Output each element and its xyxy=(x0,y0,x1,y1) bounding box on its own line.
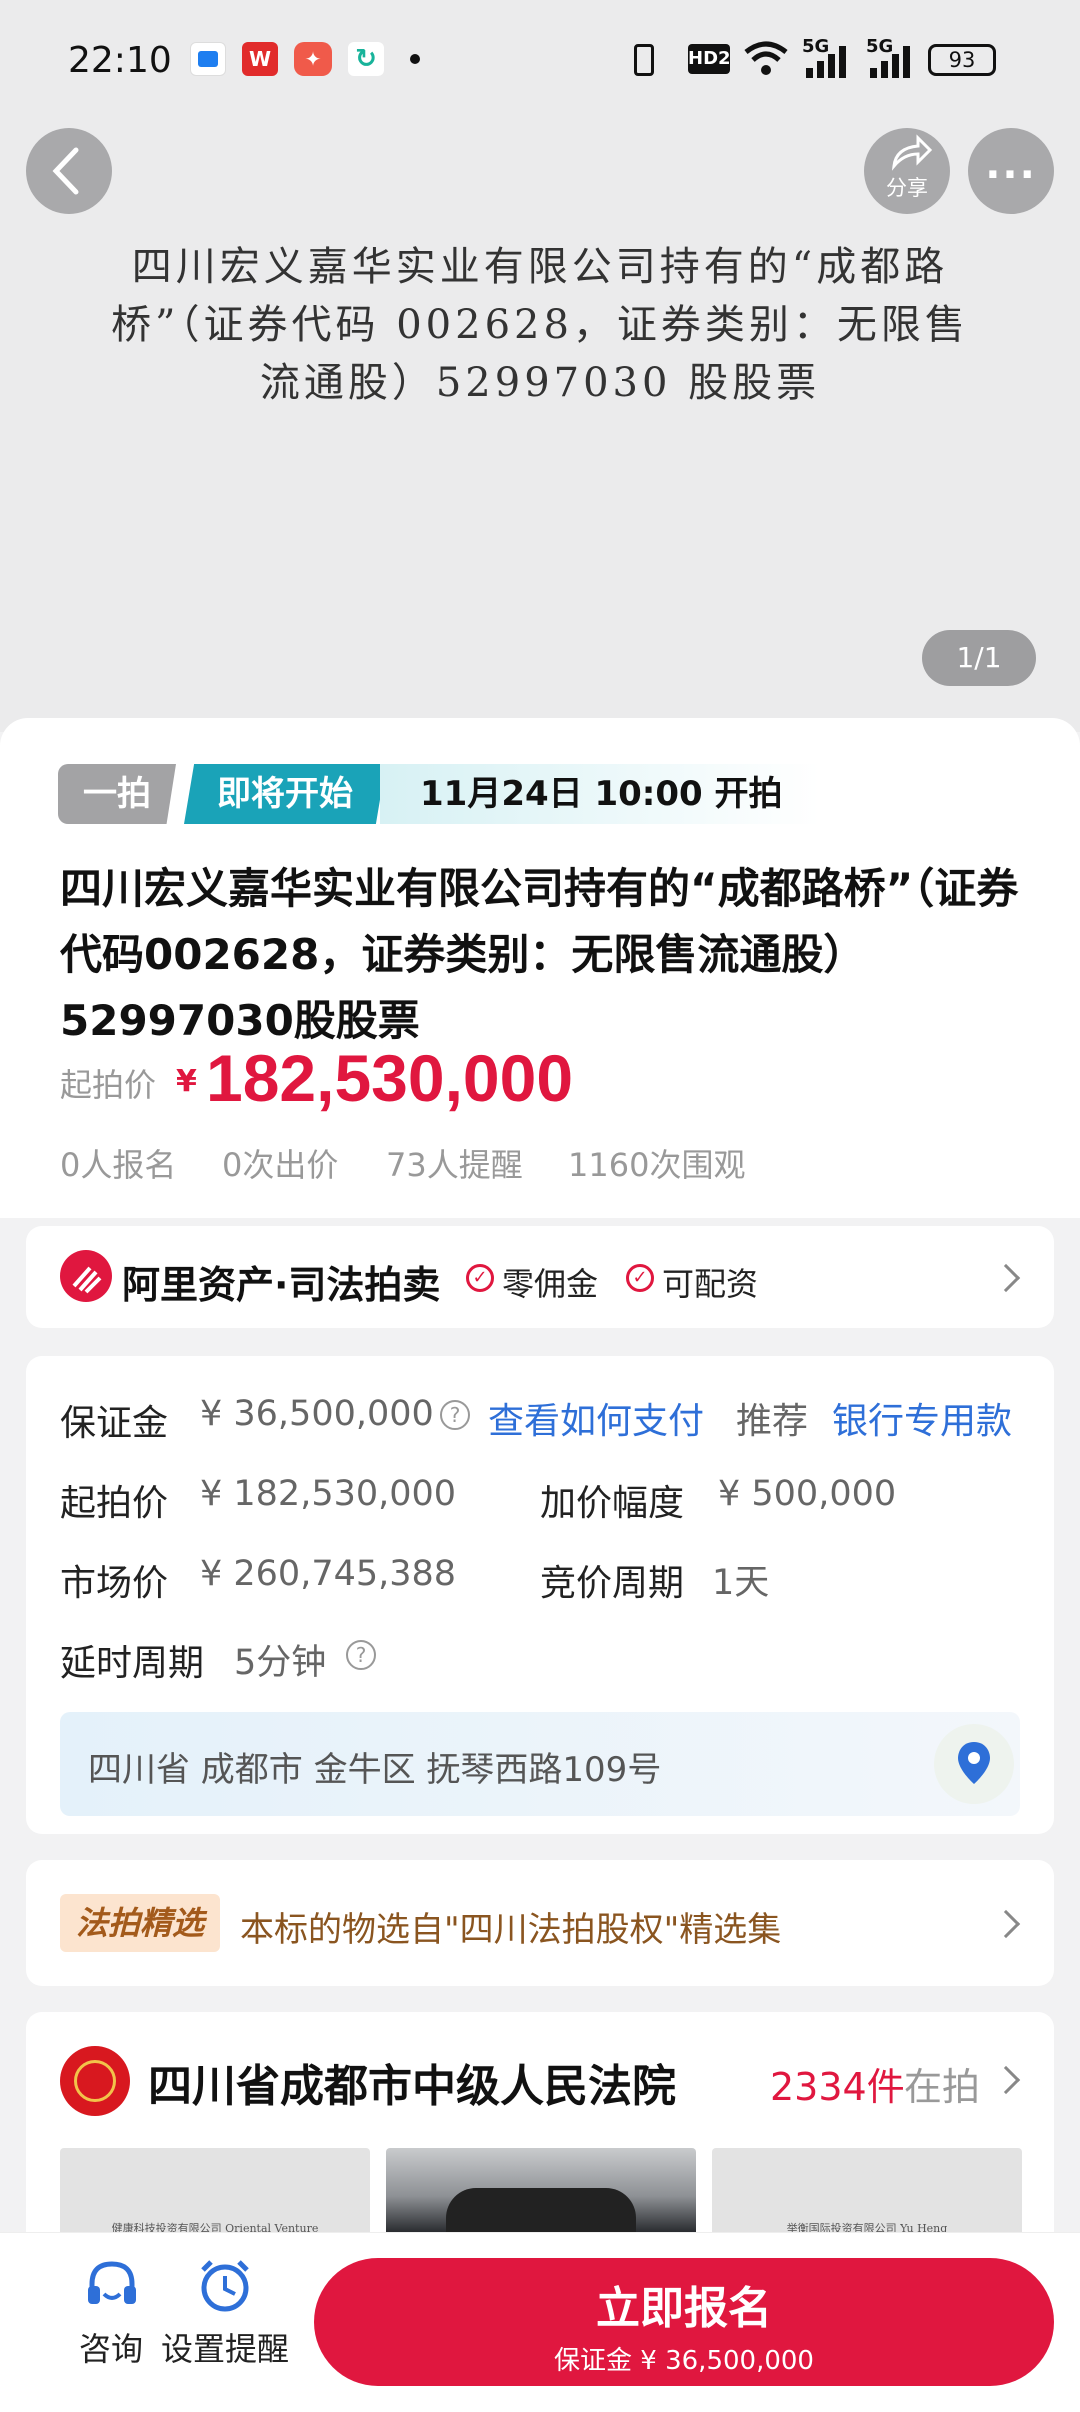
signal-icon xyxy=(806,46,846,78)
register-now-label: 立即报名 xyxy=(596,2283,772,2334)
more-notifications-dot xyxy=(410,54,420,64)
status-tag: 即将开始 xyxy=(184,764,386,824)
address-text: 四川省 成都市 金牛区 抚琴西路109号 xyxy=(88,1750,662,1790)
share-label: 分享 xyxy=(886,176,928,200)
recommend-label: 推荐 xyxy=(736,1401,809,1442)
round-tag: 一拍 xyxy=(58,764,176,824)
hd-icon: HD2 xyxy=(688,44,731,74)
more-dots-icon: ··· xyxy=(985,152,1037,198)
question-icon-2[interactable]: ? xyxy=(346,1640,376,1670)
signup-count: 0人报名 xyxy=(60,1146,177,1184)
alarm-clock-icon xyxy=(201,2260,249,2312)
refresh-app-icon: ↻ xyxy=(348,42,384,76)
image-pager: 1/1 xyxy=(922,630,1036,686)
court-emblem-icon xyxy=(60,2046,130,2116)
court-listing-suffix: 在拍 xyxy=(904,2065,981,2109)
increment-value: ¥ 500,000 xyxy=(718,1474,897,1514)
hero-caption: 四川宏义嘉华实业有限公司持有的“成都路桥”（证券代码 002628，证券类别：无… xyxy=(111,244,969,406)
auction-title: 四川宏义嘉华实业有限公司持有的“成都路桥”（证券代码002628，证券类别：无限… xyxy=(60,864,1019,1045)
headset-icon xyxy=(88,2261,136,2304)
back-button[interactable] xyxy=(26,128,112,214)
start-price-value: 182,530,000 xyxy=(206,1041,574,1115)
signal-icon-2 xyxy=(870,46,910,78)
bid-period-label: 竞价周期 xyxy=(540,1563,685,1604)
map-pin-icon[interactable] xyxy=(932,1722,1016,1806)
start-price-label: 起拍价 xyxy=(60,1066,157,1104)
check-circle-icon: ✓ xyxy=(466,1264,494,1292)
deposit-label: 保证金 xyxy=(60,1403,169,1444)
court-name: 四川省成都市中级人民法院 xyxy=(148,2061,676,2112)
currency-symbol: ¥ xyxy=(176,1064,197,1099)
court-listing-count: 2334件 xyxy=(770,2065,905,2109)
platform-name: 阿里资产·司法拍卖 xyxy=(122,1263,441,1307)
set-reminder-button[interactable]: 设置提醒 xyxy=(150,2256,300,2376)
back-arrow-icon xyxy=(52,147,79,195)
more-button[interactable]: ··· xyxy=(968,128,1054,214)
bank-account-link[interactable]: 银行专用款 xyxy=(832,1392,1022,1444)
check-circle-icon-2: ✓ xyxy=(626,1264,654,1292)
wifi-icon xyxy=(744,41,788,75)
selection-text: 本标的物选自"四川法拍股权"精选集 xyxy=(240,1910,782,1950)
bid-count: 0次出价 xyxy=(222,1146,339,1184)
bid-period-value: 1天 xyxy=(712,1563,770,1603)
market-price-label: 市场价 xyxy=(60,1563,169,1604)
reminder-count: 73人提醒 xyxy=(386,1146,523,1184)
how-to-pay-link[interactable]: 查看如何支付 xyxy=(488,1392,704,1444)
financing-badge: 可配资 xyxy=(662,1265,759,1303)
status-time: 22:10 xyxy=(68,40,172,81)
delay-period-label: 延时周期 xyxy=(60,1643,205,1684)
ali-assets-logo-icon xyxy=(60,1250,112,1302)
battery-icon: 93 xyxy=(928,44,996,76)
start-price-row-label: 起拍价 xyxy=(60,1483,169,1524)
question-icon[interactable]: ? xyxy=(440,1400,470,1430)
vibrate-icon xyxy=(634,44,654,76)
share-button[interactable]: 分享 xyxy=(864,128,950,214)
market-price-value: ¥ 260,745,388 xyxy=(200,1554,457,1594)
chat-app-icon xyxy=(190,42,226,76)
register-deposit-label: 保证金 ¥ 36,500,000 xyxy=(554,2346,814,2376)
wps-icon: W xyxy=(242,42,278,76)
set-reminder-label: 设置提醒 xyxy=(160,2330,289,2368)
start-time: 11月24日 10:00 开拍 xyxy=(380,764,820,824)
view-count: 1160次围观 xyxy=(568,1146,746,1184)
register-now-button[interactable]: 立即报名 保证金 ¥ 36,500,000 xyxy=(314,2258,1054,2386)
start-price-row-value: ¥ 182,530,000 xyxy=(200,1474,457,1514)
increment-label: 加价幅度 xyxy=(540,1483,685,1524)
selection-badge: 法拍精选 xyxy=(60,1894,220,1952)
share-icon xyxy=(891,134,933,171)
delay-period-value: 5分钟 xyxy=(234,1643,327,1683)
status-bar: 22:10 W ✦ ↻ HD2 5G 5G 93 xyxy=(0,0,1080,120)
app-notification-icon: ✦ xyxy=(294,42,332,76)
zero-commission-badge: 零佣金 xyxy=(502,1265,599,1303)
deposit-value: ¥ 36,500,000 xyxy=(200,1394,434,1434)
